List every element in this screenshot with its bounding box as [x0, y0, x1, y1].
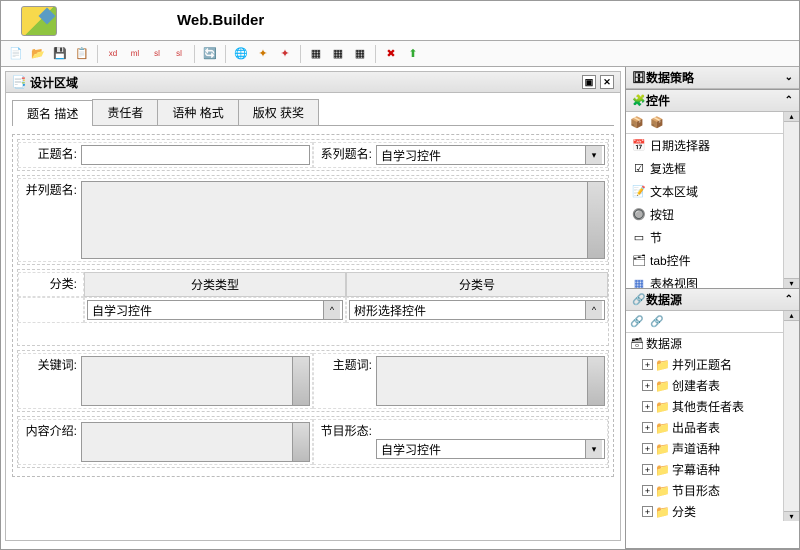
header-cat-type: 分类类型: [84, 272, 346, 297]
sl-icon[interactable]: sl: [148, 45, 166, 63]
tab-lang-format[interactable]: 语种 格式: [157, 99, 238, 125]
db-icon: 🗃: [630, 337, 644, 351]
label-program-form: 节目形态:: [316, 422, 376, 439]
label-keyword: 关键词:: [21, 356, 81, 373]
widget-item-datepicker[interactable]: 📅日期选择器: [626, 134, 799, 157]
open-icon[interactable]: 📂: [29, 45, 47, 63]
textarea-keyword[interactable]: ▴▾: [81, 356, 310, 406]
grid1-icon[interactable]: ▦: [307, 45, 325, 63]
widgets-toolbar: 📦 📦: [626, 112, 799, 134]
expand-icon[interactable]: +: [642, 443, 653, 454]
copy-icon[interactable]: 📋: [73, 45, 91, 63]
design-panel-title: 设计区域: [30, 74, 78, 91]
select-program-form[interactable]: 自学习控件: [376, 439, 605, 459]
widget-item-button[interactable]: 🔘按钮: [626, 203, 799, 226]
strategy-panel-header[interactable]: 🗄 数据策略 ⌄: [626, 67, 799, 89]
box2-icon[interactable]: 📦: [650, 116, 664, 130]
grid3-icon[interactable]: ▦: [351, 45, 369, 63]
expand-icon[interactable]: +: [642, 485, 653, 496]
textarea-subject[interactable]: ▴▾: [376, 356, 605, 406]
select-series-title[interactable]: 自学习控件: [376, 145, 605, 165]
globe-icon[interactable]: 🌐: [232, 45, 250, 63]
widgets-icon: 🧩: [632, 94, 646, 108]
ml-icon[interactable]: ml: [126, 45, 144, 63]
design-panel-header: 📑 设计区域 ▣ ✕: [5, 71, 621, 93]
sl2-icon[interactable]: sl: [170, 45, 188, 63]
label-main-title: 正题名:: [21, 145, 81, 162]
input-main-title[interactable]: [81, 145, 310, 165]
up-icon[interactable]: ⬆: [404, 45, 422, 63]
grid2-icon[interactable]: ▦: [329, 45, 347, 63]
expand-icon[interactable]: +: [642, 401, 653, 412]
expand-icon[interactable]: +: [642, 380, 653, 391]
tree-item[interactable]: +📁节目形态: [638, 480, 799, 501]
tab-responsible[interactable]: 责任者: [92, 99, 158, 125]
widgets-title: 控件: [646, 92, 670, 109]
strategy-icon: 🗄: [632, 71, 646, 85]
tree-item[interactable]: +📁分类: [638, 501, 799, 521]
label-series-title: 系列题名:: [316, 145, 376, 162]
app-logo-icon: [21, 6, 57, 36]
label-subject: 主题词:: [316, 356, 376, 373]
widget-item-textarea[interactable]: 📝文本区域: [626, 180, 799, 203]
box1-icon[interactable]: 📦: [630, 116, 644, 130]
textarea-intro[interactable]: ▴▾: [81, 422, 310, 462]
datasource-icon: 🔗: [632, 293, 646, 307]
label-category: 分类:: [21, 275, 81, 292]
tree-item[interactable]: +📁其他责任者表: [638, 396, 799, 417]
tree-item[interactable]: +📁声道语种: [638, 438, 799, 459]
tab-copyright[interactable]: 版权 获奖: [238, 99, 319, 125]
widget-item-tab[interactable]: 🗂tab控件: [626, 249, 799, 272]
chevron-down-icon[interactable]: ⌄: [785, 72, 793, 83]
tree-root[interactable]: 🗃数据源: [626, 333, 799, 354]
expand-icon[interactable]: +: [642, 506, 653, 517]
widgets-scrollbar[interactable]: [783, 112, 799, 288]
datasource-scrollbar[interactable]: [783, 311, 799, 521]
expand-icon[interactable]: ✦: [254, 45, 272, 63]
chevron-up-icon[interactable]: ⌃: [785, 294, 793, 305]
new-icon[interactable]: 📄: [7, 45, 25, 63]
widgets-panel-header[interactable]: 🧩 控件 ⌃: [626, 90, 799, 112]
expand-icon[interactable]: +: [642, 359, 653, 370]
main-toolbar: 📄 📂 💾 📋 xd ml sl sl 🔄 🌐 ✦ ✦ ▦ ▦ ▦ ✖ ⬆: [1, 41, 799, 67]
expand-icon[interactable]: +: [642, 464, 653, 475]
xd-icon[interactable]: xd: [104, 45, 122, 63]
app-title: Web.Builder: [177, 12, 264, 29]
link2-icon[interactable]: 🔗: [650, 315, 664, 329]
expand-icon[interactable]: +: [642, 422, 653, 433]
form-tabs: 题名 描述 责任者 语种 格式 版权 获奖: [12, 99, 614, 126]
tree-item[interactable]: +📁创建者表: [638, 375, 799, 396]
maximize-icon[interactable]: ▣: [582, 75, 596, 89]
chevron-up-icon[interactable]: ⌃: [785, 95, 793, 106]
save-icon[interactable]: 💾: [51, 45, 69, 63]
tree-item[interactable]: +📁出品者表: [638, 417, 799, 438]
datasource-title: 数据源: [646, 291, 682, 308]
label-intro: 内容介绍:: [21, 422, 81, 439]
header-cat-num: 分类号: [346, 272, 608, 297]
close-panel-icon[interactable]: ✕: [600, 75, 614, 89]
collapse-icon[interactable]: ✦: [276, 45, 294, 63]
tree-item[interactable]: +📁字幕语种: [638, 459, 799, 480]
link1-icon[interactable]: 🔗: [630, 315, 644, 329]
tree-item[interactable]: +📁并列正题名: [638, 354, 799, 375]
refresh-icon[interactable]: 🔄: [201, 45, 219, 63]
select-cat-type[interactable]: 自学习控件: [87, 300, 343, 320]
widget-item-table[interactable]: ▦表格视图: [626, 272, 799, 288]
datasource-panel-header[interactable]: 🔗 数据源 ⌃: [626, 289, 799, 311]
tab-title-desc[interactable]: 题名 描述: [12, 100, 93, 126]
delete-icon[interactable]: ✖: [382, 45, 400, 63]
widget-item-checkbox[interactable]: ☑复选框: [626, 157, 799, 180]
strategy-title: 数据策略: [646, 69, 694, 86]
datasource-toolbar: 🔗 🔗: [626, 311, 799, 333]
textarea-parallel-title[interactable]: ▴▾: [81, 181, 605, 259]
title-bar: Web.Builder: [1, 1, 799, 41]
label-parallel-title: 并列题名:: [21, 181, 81, 198]
select-cat-num[interactable]: 树形选择控件: [349, 300, 605, 320]
design-icon: 📑: [12, 75, 26, 89]
widget-item-section[interactable]: ▭节: [626, 226, 799, 249]
